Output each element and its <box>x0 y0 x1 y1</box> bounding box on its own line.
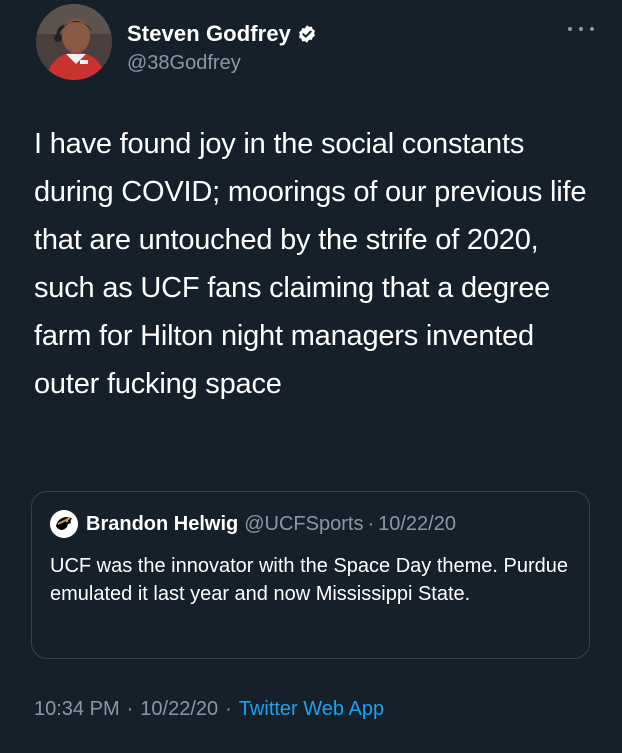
meta-separator: · <box>225 698 232 720</box>
quoted-author-handle: @UCFSports <box>244 512 364 535</box>
quoted-separator: · <box>367 512 375 535</box>
tweet-meta: 10:34 PM · 10/22/20 · Twitter Web App <box>34 698 384 721</box>
author-avatar[interactable] <box>36 4 112 80</box>
more-dot <box>590 27 594 31</box>
quoted-author-name: Brandon Helwig <box>86 512 239 535</box>
more-dot <box>568 27 572 31</box>
tweet-time[interactable]: 10:34 PM <box>34 698 120 721</box>
quoted-author-avatar <box>50 510 78 538</box>
tweet-header: Steven Godfrey @38Godfrey <box>36 4 596 92</box>
quoted-date: 10/22/20 <box>378 512 456 535</box>
quoted-tweet-header: Brandon Helwig @UCFSports · 10/22/20 <box>50 510 456 538</box>
more-options-icon[interactable] <box>568 22 594 36</box>
more-dot <box>579 27 583 31</box>
tweet: Steven Godfrey @38Godfrey I have found j… <box>0 0 622 753</box>
tweet-date[interactable]: 10/22/20 <box>140 698 218 721</box>
quoted-tweet-card[interactable]: Brandon Helwig @UCFSports · 10/22/20 UCF… <box>31 491 590 659</box>
quoted-tweet-text: UCF was the innovator with the Space Day… <box>50 555 569 605</box>
tweet-text: I have found joy in the social constants… <box>34 128 595 400</box>
author-handle[interactable]: @38Godfrey <box>127 52 241 75</box>
tweet-source-link[interactable]: Twitter Web App <box>239 698 384 721</box>
author-display-name[interactable]: Steven Godfrey <box>127 21 291 47</box>
meta-separator: · <box>126 698 134 720</box>
verified-badge-icon <box>297 24 317 44</box>
author-name-row[interactable]: Steven Godfrey <box>127 20 317 48</box>
avatar-image <box>36 4 112 80</box>
